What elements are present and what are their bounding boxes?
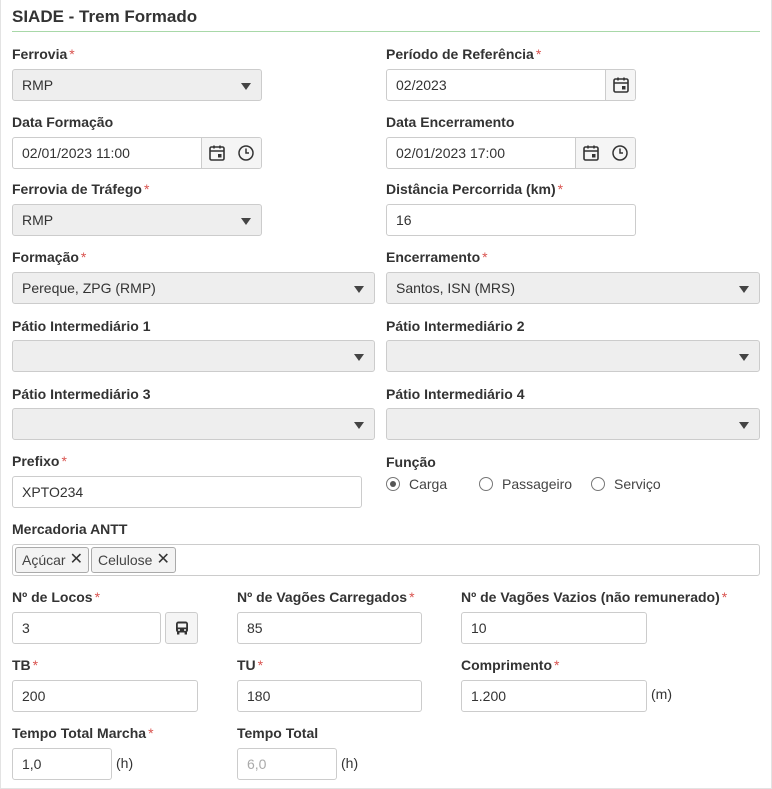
funcao-label: Função <box>386 454 436 470</box>
tempo-marcha-input[interactable]: 1,0 <box>12 748 112 780</box>
tag-acucar: Açúcar ✕ <box>15 547 89 573</box>
radio-selected-icon[interactable] <box>386 477 400 491</box>
formacao-select[interactable]: Pereque, ZPG (RMP) <box>12 272 375 304</box>
chevron-down-icon <box>739 286 749 293</box>
calendar-icon[interactable] <box>605 70 635 100</box>
chevron-down-icon <box>354 286 364 293</box>
vagoes-vazios-input[interactable]: 10 <box>461 612 647 644</box>
data-encerramento-label: Data Encerramento <box>386 114 515 130</box>
radio-unselected-icon[interactable] <box>591 477 605 491</box>
radio-label-passageiro: Passageiro <box>502 476 573 492</box>
data-formacao-input[interactable]: 02/01/2023 11:00 <box>12 137 262 169</box>
chevron-down-icon <box>241 218 251 225</box>
tu-label: TU * <box>237 657 264 673</box>
tempo-total-label: Tempo Total <box>237 725 319 741</box>
ferrovia-trafego-value: RMP <box>22 212 54 228</box>
patio1-label: Pátio Intermediário 1 <box>12 318 151 334</box>
data-formacao-value: 02/01/2023 11:00 <box>22 145 130 161</box>
tag-label: Açúcar <box>22 552 66 568</box>
periodo-label: Período de Referência * <box>386 46 542 62</box>
periodo-input[interactable]: 02/2023 <box>386 69 636 101</box>
tempo-total-input: 6,0 <box>237 748 337 780</box>
vagoes-vazios-label: Nº de Vagões Vazios (não remunerado) * <box>461 589 728 605</box>
calendar-icon[interactable] <box>575 138 605 168</box>
periodo-value: 02/2023 <box>396 77 447 93</box>
prefixo-value: XPTO234 <box>22 484 84 500</box>
patio4-select[interactable] <box>386 408 760 440</box>
encerramento-label: Encerramento * <box>386 249 488 265</box>
calendar-icon[interactable] <box>201 138 231 168</box>
tempo-total-unit: (h) <box>341 755 359 771</box>
chevron-down-icon <box>739 354 749 361</box>
tag-celulose: Celulose ✕ <box>90 547 176 573</box>
tu-value: 180 <box>247 688 271 704</box>
comprimento-input[interactable]: 1.200 <box>461 680 647 712</box>
mercadoria-multiselect[interactable]: Açúcar ✕ Celulose ✕ <box>12 544 760 576</box>
distancia-input[interactable]: 16 <box>386 204 636 236</box>
ferrovia-trafego-label: Ferrovia de Tráfego * <box>12 181 150 197</box>
prefixo-input[interactable]: XPTO234 <box>12 476 362 508</box>
radio-unselected-icon[interactable] <box>479 477 493 491</box>
ferrovia-select[interactable]: RMP <box>12 69 262 101</box>
clock-icon[interactable] <box>605 138 635 168</box>
ferrovia-label: Ferrovia * <box>12 46 75 62</box>
tb-label: TB * <box>12 657 39 673</box>
tb-value: 200 <box>22 688 46 704</box>
data-encerramento-input[interactable]: 02/01/2023 17:00 <box>386 137 636 169</box>
patio3-label: Pátio Intermediário 3 <box>12 386 151 402</box>
patio3-select[interactable] <box>12 408 375 440</box>
locos-value: 3 <box>22 620 30 636</box>
tempo-total-value: 6,0 <box>247 756 267 772</box>
vagoes-carregados-label: Nº de Vagões Carregados * <box>237 589 415 605</box>
remove-tag-icon[interactable]: ✕ <box>156 552 169 568</box>
title-divider <box>12 31 760 32</box>
ferrovia-value: RMP <box>22 77 54 93</box>
tempo-marcha-label: Tempo Total Marcha * <box>12 725 154 741</box>
radio-label-servico: Serviço <box>614 476 661 492</box>
comprimento-value: 1.200 <box>471 688 507 704</box>
tb-input[interactable]: 200 <box>12 680 198 712</box>
data-formacao-label: Data Formação <box>12 114 114 130</box>
radio-label-carga: Carga <box>409 476 448 492</box>
funcao-radio-servico[interactable]: Serviço <box>591 476 661 492</box>
chevron-down-icon <box>354 422 364 429</box>
tag-label: Celulose <box>97 552 153 568</box>
funcao-radio-passageiro[interactable]: Passageiro <box>479 476 572 492</box>
chevron-down-icon <box>354 354 364 361</box>
bus-icon <box>175 621 188 635</box>
prefixo-label: Prefixo * <box>12 453 67 469</box>
patio1-select[interactable] <box>12 340 375 372</box>
funcao-radio-carga[interactable]: Carga <box>386 476 447 492</box>
vagoes-vazios-value: 10 <box>471 620 487 636</box>
comprimento-label: Comprimento * <box>461 657 560 673</box>
formacao-label: Formação * <box>12 249 87 265</box>
vagoes-carregados-value: 85 <box>247 620 263 636</box>
encerramento-select[interactable]: Santos, ISN (MRS) <box>386 272 760 304</box>
data-encerramento-value: 02/01/2023 17:00 <box>396 145 505 161</box>
clock-icon[interactable] <box>231 138 261 168</box>
locos-input[interactable]: 3 <box>12 612 161 644</box>
patio4-label: Pátio Intermediário 4 <box>386 386 525 402</box>
page-title: SIADE - Trem Formado <box>12 7 198 26</box>
chevron-down-icon <box>739 422 749 429</box>
tempo-marcha-unit: (h) <box>116 755 134 771</box>
distancia-label: Distância Percorrida (km) * <box>386 181 564 197</box>
formacao-value: Pereque, ZPG (RMP) <box>22 280 156 296</box>
comprimento-unit: (m) <box>651 686 672 702</box>
patio2-label: Pátio Intermediário 2 <box>386 318 525 334</box>
tag-list: Açúcar ✕ Celulose ✕ <box>13 547 178 573</box>
patio2-select[interactable] <box>386 340 760 372</box>
bus-button[interactable] <box>165 612 198 644</box>
chevron-down-icon <box>241 83 251 90</box>
locos-label: Nº de Locos * <box>12 589 101 605</box>
encerramento-value: Santos, ISN (MRS) <box>396 280 516 296</box>
tu-input[interactable]: 180 <box>237 680 422 712</box>
mercadoria-label: Mercadoria ANTT <box>12 521 128 537</box>
ferrovia-trafego-select[interactable]: RMP <box>12 204 262 236</box>
vagoes-carregados-input[interactable]: 85 <box>237 612 422 644</box>
distancia-value: 16 <box>396 212 412 228</box>
remove-tag-icon[interactable]: ✕ <box>70 552 83 568</box>
tempo-marcha-value: 1,0 <box>22 756 42 772</box>
